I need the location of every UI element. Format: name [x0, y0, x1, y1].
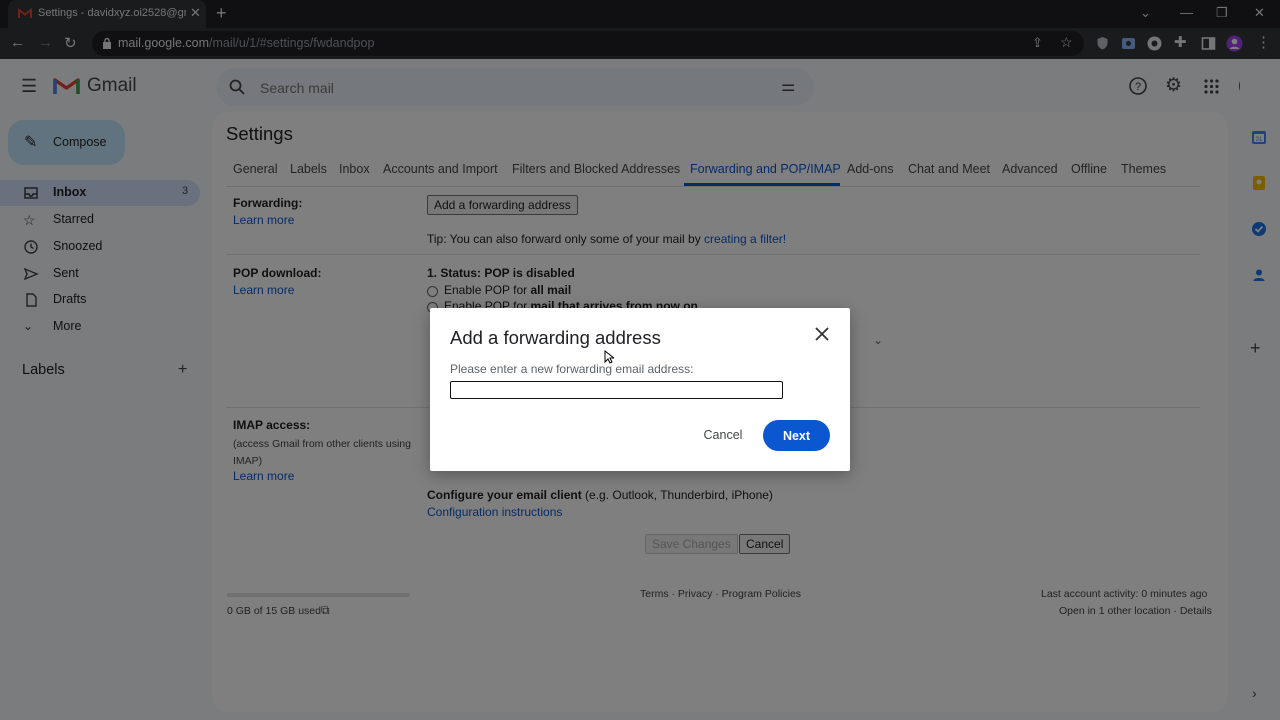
dialog-prompt: Please enter a new forwarding email addr… [450, 362, 694, 376]
dialog-cancel-button[interactable]: Cancel [696, 421, 750, 449]
mouse-cursor-icon [604, 350, 614, 364]
dialog-title: Add a forwarding address [450, 327, 661, 348]
add-forwarding-dialog: Add a forwarding address Please enter a … [430, 308, 850, 471]
dialog-next-button[interactable]: Next [763, 420, 830, 451]
forwarding-email-input[interactable] [450, 381, 783, 399]
close-icon[interactable] [814, 326, 830, 342]
